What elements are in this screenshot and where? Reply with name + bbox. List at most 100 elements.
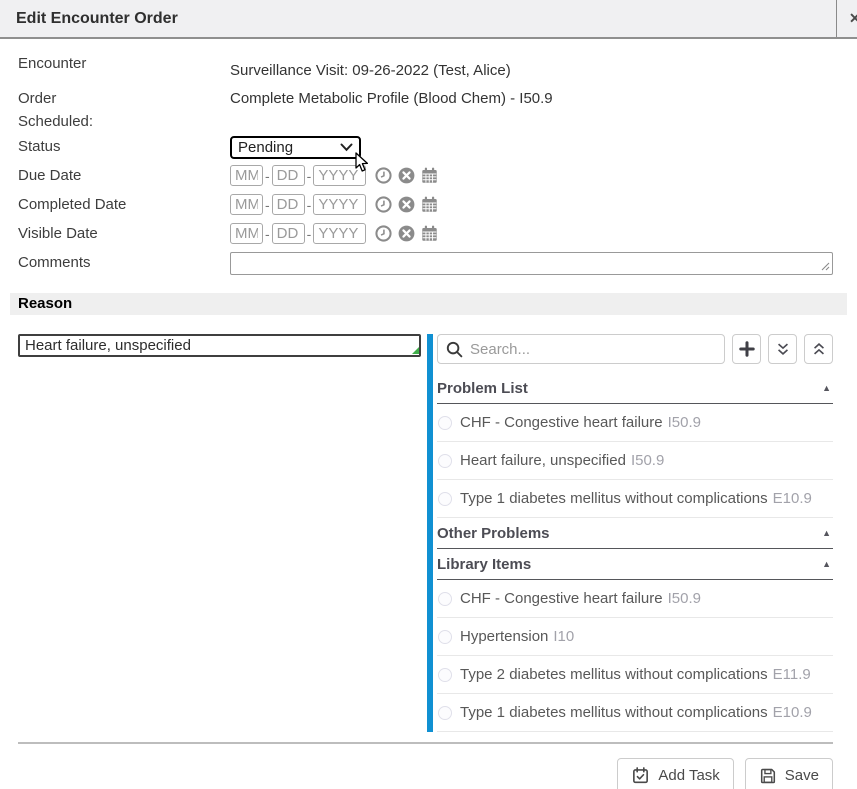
reason-section-bar: Reason [10,293,847,315]
reason-search-input[interactable] [470,341,716,358]
save-button[interactable]: Save [745,758,833,789]
order-form: Encounter Surveillance Visit: 09-26-2022… [0,39,857,275]
encounter-label: Encounter [18,53,230,72]
reason-selected-panel [18,334,421,732]
section-header-problem-list[interactable]: Problem List ▲ [437,373,833,404]
date-separator: - [307,168,312,184]
clock-icon[interactable] [375,225,392,242]
reason-body: Problem List ▲ CHF - Congestive heart fa… [0,315,857,732]
date-separator: - [307,197,312,213]
close-icon[interactable]: ✕ [849,10,857,27]
date-separator: - [265,168,270,184]
scheduled-label: Scheduled: [18,111,230,130]
due-month-input[interactable] [230,165,263,186]
clock-icon[interactable] [375,196,392,213]
reason-heading: Reason [18,295,847,312]
radio-button[interactable] [438,592,452,606]
comments-row: Comments [18,252,833,275]
reason-search-row [437,334,833,364]
visible-date-inputs: - - [230,223,438,244]
status-label: Status [18,136,230,155]
order-row: Order Complete Metabolic Profile (Blood … [18,88,833,107]
add-reason-button[interactable] [732,334,761,364]
problem-list-item[interactable]: CHF - Congestive heart failure I50.9 [437,404,833,442]
clock-icon[interactable] [375,167,392,184]
library-item[interactable]: Type 1 diabetes mellitus without complic… [437,694,833,732]
dialog-header: Edit Encounter Order ✕ [0,0,857,39]
chevron-down-icon [340,139,353,156]
section-title: Other Problems [437,525,550,542]
save-label: Save [785,767,819,784]
dialog-footer: Add Task Save [0,744,857,789]
plus-icon [739,341,755,357]
search-icon [446,341,463,358]
radio-button[interactable] [438,630,452,644]
problem-list-item[interactable]: Heart failure, unspecified I50.9 [437,442,833,480]
completed-month-input[interactable] [230,194,263,215]
collapse-arrow-icon[interactable]: ▲ [822,529,831,538]
completed-day-input[interactable] [272,194,305,215]
visible-date-label: Visible Date [18,223,230,242]
completed-date-row: Completed Date - - [18,194,833,215]
section-title: Library Items [437,556,531,573]
completed-year-input[interactable] [313,194,366,215]
collapse-arrow-icon[interactable]: ▲ [822,560,831,569]
calendar-check-icon [631,766,650,785]
radio-button[interactable] [438,454,452,468]
due-year-input[interactable] [313,165,366,186]
date-separator: - [265,226,270,242]
collapse-arrow-icon[interactable]: ▲ [822,384,831,393]
clear-date-icon[interactable] [398,196,415,213]
visible-date-row: Visible Date - - [18,223,833,244]
radio-button[interactable] [438,706,452,720]
add-task-button[interactable]: Add Task [617,758,733,789]
valid-corner-indicator [412,347,419,354]
add-task-label: Add Task [658,767,719,784]
due-date-row: Due Date - - [18,165,833,186]
encounter-value: Surveillance Visit: 09-26-2022 (Test, Al… [230,53,511,79]
comments-label: Comments [18,252,230,271]
calendar-icon[interactable] [421,196,438,213]
expand-all-button[interactable] [804,334,833,364]
visible-month-input[interactable] [230,223,263,244]
encounter-row: Encounter Surveillance Visit: 09-26-2022… [18,53,833,79]
calendar-icon[interactable] [421,167,438,184]
visible-day-input[interactable] [272,223,305,244]
library-item[interactable]: Hypertension I10 [437,618,833,656]
comments-input[interactable] [230,252,833,275]
radio-button[interactable] [438,492,452,506]
problem-list-item[interactable]: Type 1 diabetes mellitus without complic… [437,480,833,518]
section-title: Problem List [437,380,528,397]
section-header-other-problems[interactable]: Other Problems ▲ [437,518,833,549]
double-chevron-up-icon [811,341,827,357]
completed-date-inputs: - - [230,194,438,215]
order-label: Order [18,88,230,107]
section-header-library-items[interactable]: Library Items ▲ [437,549,833,580]
collapse-all-button[interactable] [768,334,797,364]
clear-date-icon[interactable] [398,225,415,242]
due-day-input[interactable] [272,165,305,186]
radio-button[interactable] [438,416,452,430]
library-item[interactable]: CHF - Congestive heart failure I50.9 [437,580,833,618]
save-icon [759,767,777,785]
edit-encounter-order-dialog: Edit Encounter Order ✕ Encounter Surveil… [0,0,857,789]
reason-search-box[interactable] [437,334,725,364]
visible-year-input[interactable] [313,223,366,244]
header-divider [836,0,837,37]
date-separator: - [307,226,312,242]
dialog-title: Edit Encounter Order [0,10,178,28]
due-date-inputs: - - [230,165,438,186]
radio-button[interactable] [438,668,452,682]
reason-picker-panel: Problem List ▲ CHF - Congestive heart fa… [427,334,833,732]
status-select[interactable]: Pending [230,136,361,159]
scheduled-row: Scheduled: [18,111,833,130]
calendar-icon[interactable] [421,225,438,242]
due-date-label: Due Date [18,165,230,184]
clear-date-icon[interactable] [398,167,415,184]
completed-date-label: Completed Date [18,194,230,213]
library-item[interactable]: Type 2 diabetes mellitus without complic… [437,656,833,694]
order-value: Complete Metabolic Profile (Blood Chem) … [230,88,553,107]
reason-text-input[interactable] [18,334,421,357]
status-selected-value: Pending [238,139,293,156]
date-separator: - [265,197,270,213]
